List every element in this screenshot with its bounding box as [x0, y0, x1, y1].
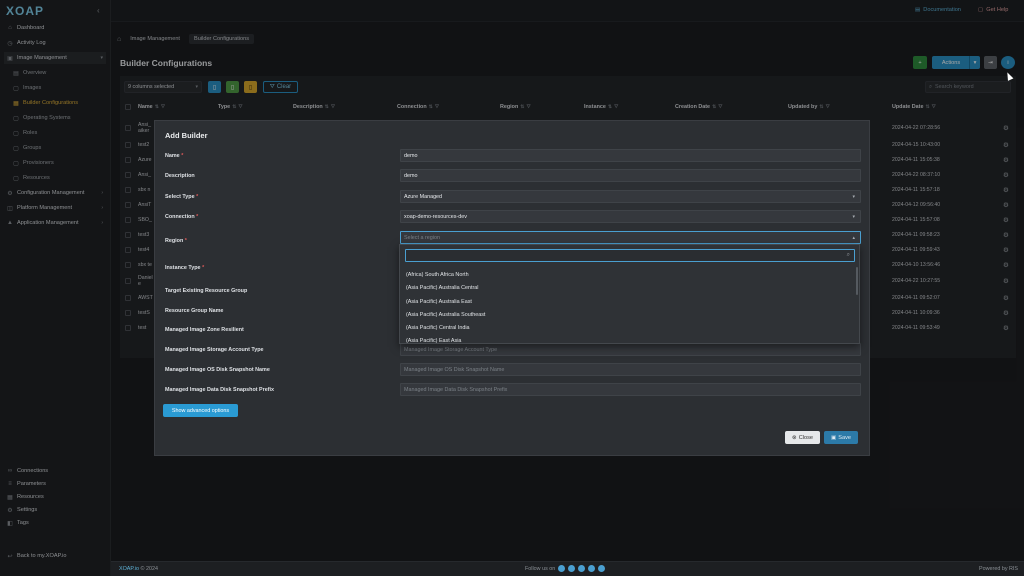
region-dropdown[interactable]: Select a region ▴	[400, 231, 861, 244]
search-icon: ⌕	[846, 252, 850, 258]
region-option[interactable]: (Asia Pacific) Australia Southeast	[406, 312, 485, 318]
required-marker: *	[202, 265, 205, 271]
region-option[interactable]: (Asia Pacific) Australia Central	[406, 285, 479, 291]
field-label-description: Description	[165, 173, 195, 179]
region-option[interactable]: (Asia Pacific) Central India	[406, 325, 470, 331]
close-button[interactable]: ⊗ Close	[785, 431, 820, 444]
region-options-panel: ⌕ (Africa) South Africa North (Asia Paci…	[399, 244, 860, 344]
field-label-data-disk-snapshot-prefix: Managed Image Data Disk Snapshot Prefix	[165, 387, 275, 393]
field-label-connection: Connection *	[165, 214, 199, 220]
field-label-instance-type: Instance Type *	[165, 265, 205, 271]
footer-social: Follow us on	[525, 565, 606, 572]
chevron-down-icon: ▾	[852, 193, 855, 200]
description-input[interactable]: demo	[400, 169, 861, 182]
field-label-os-disk-snapshot-name: Managed Image OS Disk Snapshot Name	[165, 367, 270, 373]
footer-powered: Powered by RIS	[979, 566, 1018, 572]
name-input[interactable]: demo	[400, 149, 861, 162]
linkedin-icon[interactable]	[578, 565, 586, 572]
region-search-input[interactable]: ⌕	[405, 249, 855, 262]
footer: XOAP.io © 2024 Follow us on Powered by R…	[111, 561, 1024, 576]
region-option[interactable]: (Asia Pacific) East Asia	[406, 338, 461, 344]
required-marker: *	[196, 194, 199, 200]
twitter-icon[interactable]	[568, 565, 576, 572]
field-label-storage-account-type: Managed Image Storage Account Type	[165, 347, 264, 353]
region-option[interactable]: (Asia Pacific) Australia East	[406, 299, 472, 305]
field-label-target-existing-resource-group: Target Existing Resource Group	[165, 288, 248, 294]
required-marker: *	[184, 238, 187, 244]
os-disk-snapshot-name-input[interactable]: Managed Image OS Disk Snapshot Name	[400, 363, 861, 376]
select-type-dropdown[interactable]: Azure Managed ▾	[400, 190, 861, 203]
required-marker: *	[196, 214, 199, 220]
chevron-down-icon: ▾	[852, 213, 855, 220]
scrollbar[interactable]	[856, 267, 858, 295]
connection-dropdown[interactable]: xoap-demo-resources-dev ▾	[400, 210, 861, 223]
youtube-icon[interactable]	[588, 565, 596, 572]
field-label-resource-group-name: Resource Group Name	[165, 308, 224, 314]
show-advanced-options-button[interactable]: Show advanced options	[163, 404, 238, 417]
close-icon: ⊗	[792, 434, 797, 441]
field-label-name: Name *	[165, 153, 184, 159]
required-marker: *	[181, 153, 184, 159]
field-label-region: Region *	[165, 238, 187, 244]
field-label-zone-resilient: Managed Image Zone Resilient	[165, 327, 244, 333]
chevron-up-icon: ▴	[852, 234, 855, 241]
facebook-icon[interactable]	[558, 565, 566, 572]
save-button[interactable]: ▣ Save	[824, 431, 858, 444]
save-icon: ▣	[830, 434, 837, 441]
github-icon[interactable]	[598, 565, 606, 572]
region-option[interactable]: (Africa) South Africa North	[406, 272, 469, 278]
storage-account-type-input[interactable]: Managed Image Storage Account Type	[400, 343, 861, 356]
field-label-select-type: Select Type *	[165, 194, 199, 200]
modal-title: Add Builder	[165, 131, 208, 140]
footer-copyright: XOAP.io © 2024	[119, 566, 158, 572]
data-disk-snapshot-prefix-input[interactable]: Managed Image Data Disk Snapshot Prefix	[400, 383, 861, 396]
